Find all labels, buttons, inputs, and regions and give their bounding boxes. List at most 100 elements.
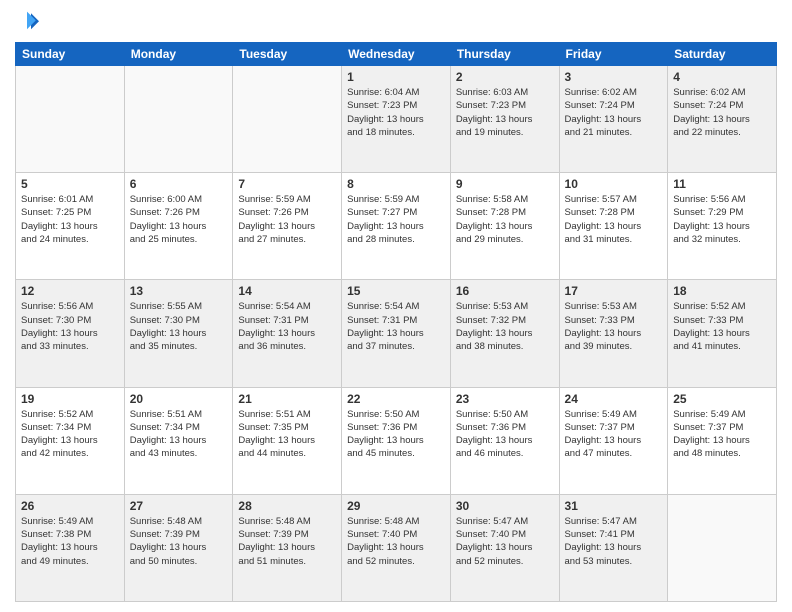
day-number: 20 — [130, 392, 228, 406]
day-number: 12 — [21, 284, 119, 298]
calendar-cell: 27 Sunrise: 5:48 AM Sunset: 7:39 PM Dayli… — [124, 494, 233, 601]
day-number: 10 — [565, 177, 663, 191]
calendar-cell: 3 Sunrise: 6:02 AM Sunset: 7:24 PM Daylig… — [559, 66, 668, 173]
cell-text: Sunrise: 5:53 AM Sunset: 7:33 PM Dayligh… — [565, 300, 663, 353]
logo — [15, 10, 41, 34]
cell-text: Sunrise: 5:55 AM Sunset: 7:30 PM Dayligh… — [130, 300, 228, 353]
cell-text: Sunrise: 5:49 AM Sunset: 7:37 PM Dayligh… — [673, 408, 771, 461]
calendar-cell: 30 Sunrise: 5:47 AM Sunset: 7:40 PM Dayli… — [450, 494, 559, 601]
weekday-header: Thursday — [450, 43, 559, 66]
day-number: 13 — [130, 284, 228, 298]
calendar-cell: 19 Sunrise: 5:52 AM Sunset: 7:34 PM Dayli… — [16, 387, 125, 494]
calendar-cell: 8 Sunrise: 5:59 AM Sunset: 7:27 PM Daylig… — [342, 173, 451, 280]
weekday-header: Tuesday — [233, 43, 342, 66]
calendar-cell: 14Sunrise: 5:54 AM Sunset: 7:31 PM Dayli… — [233, 280, 342, 387]
day-number: 23 — [456, 392, 554, 406]
day-number: 8 — [347, 177, 445, 191]
day-number: 17 — [565, 284, 663, 298]
cell-text: Sunrise: 5:49 AM Sunset: 7:37 PM Dayligh… — [565, 408, 663, 461]
calendar-cell: 22Sunrise: 5:50 AM Sunset: 7:36 PM Dayli… — [342, 387, 451, 494]
weekday-header: Wednesday — [342, 43, 451, 66]
calendar-cell: 7Sunrise: 5:59 AM Sunset: 7:26 PM Daylig… — [233, 173, 342, 280]
day-number: 7 — [238, 177, 336, 191]
day-number: 9 — [456, 177, 554, 191]
calendar-cell: 5 Sunrise: 6:01 AM Sunset: 7:25 PM Daylig… — [16, 173, 125, 280]
cell-text: Sunrise: 5:56 AM Sunset: 7:30 PM Dayligh… — [21, 300, 119, 353]
cell-text: Sunrise: 5:50 AM Sunset: 7:36 PM Dayligh… — [347, 408, 445, 461]
day-number: 30 — [456, 499, 554, 513]
calendar-cell: 11 Sunrise: 5:56 AM Sunset: 7:29 PM Dayli… — [668, 173, 777, 280]
weekday-header: Monday — [124, 43, 233, 66]
day-number: 19 — [21, 392, 119, 406]
day-number: 5 — [21, 177, 119, 191]
day-number: 21 — [238, 392, 336, 406]
calendar-cell: 21 Sunrise: 5:51 AM Sunset: 7:35 PM Dayli… — [233, 387, 342, 494]
calendar-cell: 16 Sunrise: 5:53 AM Sunset: 7:32 PM Dayli… — [450, 280, 559, 387]
cell-text: Sunrise: 6:01 AM Sunset: 7:25 PM Dayligh… — [21, 193, 119, 246]
day-number: 2 — [456, 70, 554, 84]
calendar-cell: 18Sunrise: 5:52 AM Sunset: 7:33 PM Dayli… — [668, 280, 777, 387]
calendar-cell — [16, 66, 125, 173]
calendar-cell: 15 Sunrise: 5:54 AM Sunset: 7:31 PM Dayli… — [342, 280, 451, 387]
cell-text: Sunrise: 5:51 AM Sunset: 7:34 PM Dayligh… — [130, 408, 228, 461]
day-number: 28 — [238, 499, 336, 513]
cell-text: Sunrise: 5:47 AM Sunset: 7:41 PM Dayligh… — [565, 515, 663, 568]
calendar-cell: 31 Sunrise: 5:47 AM Sunset: 7:41 PM Dayli… — [559, 494, 668, 601]
day-number: 6 — [130, 177, 228, 191]
cell-text: Sunrise: 5:51 AM Sunset: 7:35 PM Dayligh… — [238, 408, 336, 461]
day-number: 11 — [673, 177, 771, 191]
cell-text: Sunrise: 5:54 AM Sunset: 7:31 PM Dayligh… — [347, 300, 445, 353]
calendar-cell: 29 Sunrise: 5:48 AM Sunset: 7:40 PM Dayli… — [342, 494, 451, 601]
calendar-cell: 20 Sunrise: 5:51 AM Sunset: 7:34 PM Dayli… — [124, 387, 233, 494]
weekday-header-row: SundayMondayTuesdayWednesdayThursdayFrid… — [16, 43, 777, 66]
cell-text: Sunrise: 5:48 AM Sunset: 7:39 PM Dayligh… — [238, 515, 336, 568]
cell-text: Sunrise: 5:58 AM Sunset: 7:28 PM Dayligh… — [456, 193, 554, 246]
weekday-header: Saturday — [668, 43, 777, 66]
cell-text: Sunrise: 5:59 AM Sunset: 7:27 PM Dayligh… — [347, 193, 445, 246]
day-number: 4 — [673, 70, 771, 84]
calendar-cell — [668, 494, 777, 601]
day-number: 16 — [456, 284, 554, 298]
cell-text: Sunrise: 5:50 AM Sunset: 7:36 PM Dayligh… — [456, 408, 554, 461]
cell-text: Sunrise: 6:00 AM Sunset: 7:26 PM Dayligh… — [130, 193, 228, 246]
calendar-cell — [124, 66, 233, 173]
calendar-cell: 24 Sunrise: 5:49 AM Sunset: 7:37 PM Dayli… — [559, 387, 668, 494]
day-number: 29 — [347, 499, 445, 513]
cell-text: Sunrise: 5:54 AM Sunset: 7:31 PM Dayligh… — [238, 300, 336, 353]
day-number: 24 — [565, 392, 663, 406]
cell-text: Sunrise: 5:49 AM Sunset: 7:38 PM Dayligh… — [21, 515, 119, 568]
day-number: 15 — [347, 284, 445, 298]
cell-text: Sunrise: 6:02 AM Sunset: 7:24 PM Dayligh… — [565, 86, 663, 139]
cell-text: Sunrise: 5:47 AM Sunset: 7:40 PM Dayligh… — [456, 515, 554, 568]
day-number: 25 — [673, 392, 771, 406]
calendar-cell: 1Sunrise: 6:04 AM Sunset: 7:23 PM Daylig… — [342, 66, 451, 173]
calendar-cell: 2 Sunrise: 6:03 AM Sunset: 7:23 PM Daylig… — [450, 66, 559, 173]
calendar-cell: 26Sunrise: 5:49 AM Sunset: 7:38 PM Dayli… — [16, 494, 125, 601]
cell-text: Sunrise: 5:52 AM Sunset: 7:34 PM Dayligh… — [21, 408, 119, 461]
calendar-week-row: 1Sunrise: 6:04 AM Sunset: 7:23 PM Daylig… — [16, 66, 777, 173]
cell-text: Sunrise: 5:48 AM Sunset: 7:40 PM Dayligh… — [347, 515, 445, 568]
calendar-cell: 28 Sunrise: 5:48 AM Sunset: 7:39 PM Dayli… — [233, 494, 342, 601]
calendar-week-row: 26Sunrise: 5:49 AM Sunset: 7:38 PM Dayli… — [16, 494, 777, 601]
day-number: 1 — [347, 70, 445, 84]
weekday-header: Sunday — [16, 43, 125, 66]
cell-text: Sunrise: 6:03 AM Sunset: 7:23 PM Dayligh… — [456, 86, 554, 139]
cell-text: Sunrise: 5:56 AM Sunset: 7:29 PM Dayligh… — [673, 193, 771, 246]
page: SundayMondayTuesdayWednesdayThursdayFrid… — [0, 0, 792, 612]
calendar-week-row: 5 Sunrise: 6:01 AM Sunset: 7:25 PM Daylig… — [16, 173, 777, 280]
calendar-cell: 23 Sunrise: 5:50 AM Sunset: 7:36 PM Dayli… — [450, 387, 559, 494]
cell-text: Sunrise: 5:48 AM Sunset: 7:39 PM Dayligh… — [130, 515, 228, 568]
calendar-cell: 4Sunrise: 6:02 AM Sunset: 7:24 PM Daylig… — [668, 66, 777, 173]
calendar-cell: 12 Sunrise: 5:56 AM Sunset: 7:30 PM Dayli… — [16, 280, 125, 387]
header — [15, 10, 777, 34]
day-number: 31 — [565, 499, 663, 513]
cell-text: Sunrise: 5:57 AM Sunset: 7:28 PM Dayligh… — [565, 193, 663, 246]
cell-text: Sunrise: 5:53 AM Sunset: 7:32 PM Dayligh… — [456, 300, 554, 353]
calendar-cell — [233, 66, 342, 173]
calendar-cell: 13 Sunrise: 5:55 AM Sunset: 7:30 PM Dayli… — [124, 280, 233, 387]
day-number: 27 — [130, 499, 228, 513]
calendar-cell: 25 Sunrise: 5:49 AM Sunset: 7:37 PM Dayli… — [668, 387, 777, 494]
calendar-cell: 17 Sunrise: 5:53 AM Sunset: 7:33 PM Dayli… — [559, 280, 668, 387]
day-number: 3 — [565, 70, 663, 84]
calendar-cell: 9 Sunrise: 5:58 AM Sunset: 7:28 PM Daylig… — [450, 173, 559, 280]
